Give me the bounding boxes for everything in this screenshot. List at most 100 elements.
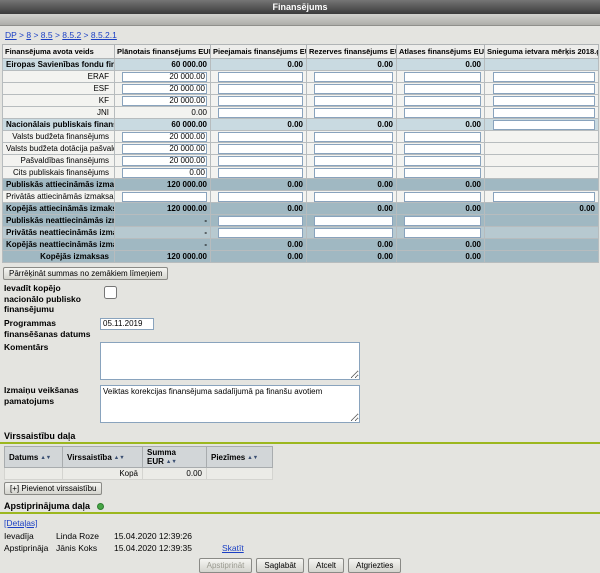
breadcrumb-link[interactable]: 8.5.2 — [62, 30, 81, 40]
details-link[interactable]: [Detaļas] — [4, 518, 38, 528]
amount-input[interactable] — [218, 216, 303, 226]
amount-input[interactable] — [404, 144, 481, 154]
breadcrumb-separator: > — [81, 30, 91, 40]
amount-input[interactable] — [314, 132, 393, 142]
vs-column-header[interactable]: Datums▲▼ — [5, 447, 63, 468]
amount-cell — [485, 95, 599, 107]
finance-table-row: Nacionālais publiskais finansējums60 000… — [3, 119, 599, 131]
amount-input[interactable] — [314, 96, 393, 106]
amount-input[interactable] — [404, 132, 481, 142]
sort-icon[interactable]: ▲▼ — [247, 455, 258, 461]
amount-text: 120 000.00 — [115, 179, 211, 191]
save-button[interactable]: Saglabāt — [256, 558, 304, 573]
amount-input[interactable] — [122, 192, 207, 202]
amount-input[interactable] — [314, 108, 393, 118]
amount-input[interactable] — [404, 168, 481, 178]
amount-input[interactable] — [493, 120, 595, 130]
vs-column-label: Virssaistība — [67, 453, 112, 462]
amount-input[interactable] — [218, 132, 303, 142]
program-date-input[interactable] — [100, 318, 154, 330]
amount-input[interactable] — [493, 192, 595, 202]
amount-cell — [211, 71, 307, 83]
finance-table-row: Publiskās attiecināmās izmaksas120 000.0… — [3, 179, 599, 191]
amount-input[interactable] — [218, 168, 303, 178]
national-funding-checkbox[interactable] — [104, 286, 117, 299]
amount-input[interactable] — [314, 156, 393, 166]
amount-input[interactable] — [404, 216, 481, 226]
amount-input[interactable] — [122, 72, 207, 82]
amount-input[interactable] — [493, 72, 595, 82]
amount-input[interactable] — [314, 228, 393, 238]
row-label: Publiskās attiecināmās izmaksas — [3, 179, 115, 191]
amount-input[interactable] — [314, 144, 393, 154]
amount-cell — [397, 215, 485, 227]
amount-input[interactable] — [493, 108, 595, 118]
breadcrumb-link[interactable]: DP — [5, 30, 17, 40]
amount-input[interactable] — [218, 228, 303, 238]
amount-input[interactable] — [122, 84, 207, 94]
amount-input[interactable] — [314, 192, 393, 202]
section-divider — [0, 512, 600, 514]
sort-icon[interactable]: ▲▼ — [114, 455, 125, 461]
amount-input[interactable] — [122, 156, 207, 166]
row-label: Nacionālais publiskais finansējums — [3, 119, 115, 131]
amount-input[interactable] — [404, 72, 481, 82]
approve-button[interactable]: Apstiprināt — [199, 558, 253, 573]
amount-input[interactable] — [122, 96, 207, 106]
amount-input[interactable] — [122, 168, 207, 178]
amount-text: 60 000.00 — [115, 59, 211, 71]
amount-input[interactable] — [404, 192, 481, 202]
amount-input[interactable] — [218, 96, 303, 106]
amount-input[interactable] — [404, 84, 481, 94]
amount-cell — [211, 107, 307, 119]
vs-column-header[interactable]: Summa EUR▲▼ — [143, 447, 207, 468]
finance-table-row: Privātās neattiecināmās izmaksas- — [3, 227, 599, 239]
amount-cell — [211, 191, 307, 203]
add-overcommitment-button[interactable]: [+] Pievienot virssaistību — [4, 482, 102, 495]
row-label: Eiropas Savienības fondu finansējums — [3, 59, 115, 71]
amount-cell — [211, 83, 307, 95]
amount-input[interactable] — [218, 84, 303, 94]
amount-input[interactable] — [218, 192, 303, 202]
breadcrumb-link[interactable]: 8.5.2.1 — [91, 30, 117, 40]
amount-input[interactable] — [218, 72, 303, 82]
sort-icon[interactable]: ▲▼ — [40, 455, 51, 461]
amount-cell — [307, 143, 397, 155]
amount-input[interactable] — [218, 144, 303, 154]
amount-input[interactable] — [314, 168, 393, 178]
amount-input[interactable] — [404, 156, 481, 166]
amount-input[interactable] — [218, 108, 303, 118]
sort-icon[interactable]: ▲▼ — [166, 459, 177, 465]
amount-input[interactable] — [493, 84, 595, 94]
comment-textarea[interactable] — [100, 342, 360, 380]
vs-column-header[interactable]: Virssaistība▲▼ — [63, 447, 143, 468]
amount-input[interactable] — [404, 228, 481, 238]
finance-column-header: Atlases finansējums EUR — [397, 45, 485, 59]
amount-cell — [397, 155, 485, 167]
amount-input[interactable] — [404, 96, 481, 106]
amount-input[interactable] — [122, 132, 207, 142]
finance-column-header: Plānotais finansējums EUR — [115, 45, 211, 59]
vs-column-header[interactable]: Piezīmes▲▼ — [207, 447, 273, 468]
empty-cell — [485, 131, 599, 143]
amount-input[interactable] — [314, 72, 393, 82]
amount-cell — [115, 83, 211, 95]
back-button[interactable]: Atgriezties — [348, 558, 401, 573]
breadcrumb-link[interactable]: 8.5 — [41, 30, 53, 40]
row-label: Valsts budžeta dotācija pašvaldībām — [3, 143, 115, 155]
reason-textarea[interactable]: Veiktas korekcijas finansējuma sadalījum… — [100, 385, 360, 423]
amount-input[interactable] — [218, 156, 303, 166]
empty-cell — [485, 239, 599, 251]
overcommitment-header-row: Datums▲▼Virssaistība▲▼Summa EUR▲▼Piezīme… — [5, 447, 273, 468]
view-link[interactable]: Skatīt — [222, 543, 244, 553]
amount-text: - — [115, 215, 211, 227]
empty-cell — [485, 251, 599, 263]
amount-input[interactable] — [314, 84, 393, 94]
amount-input[interactable] — [493, 96, 595, 106]
recalculate-button[interactable]: Pārrēķināt summas no zemākiem līmeņiem — [3, 267, 168, 280]
amount-input[interactable] — [404, 108, 481, 118]
amount-input[interactable] — [314, 216, 393, 226]
cancel-button[interactable]: Atcelt — [308, 558, 344, 573]
approval-role: Ievadīja — [4, 531, 56, 541]
amount-input[interactable] — [122, 144, 207, 154]
